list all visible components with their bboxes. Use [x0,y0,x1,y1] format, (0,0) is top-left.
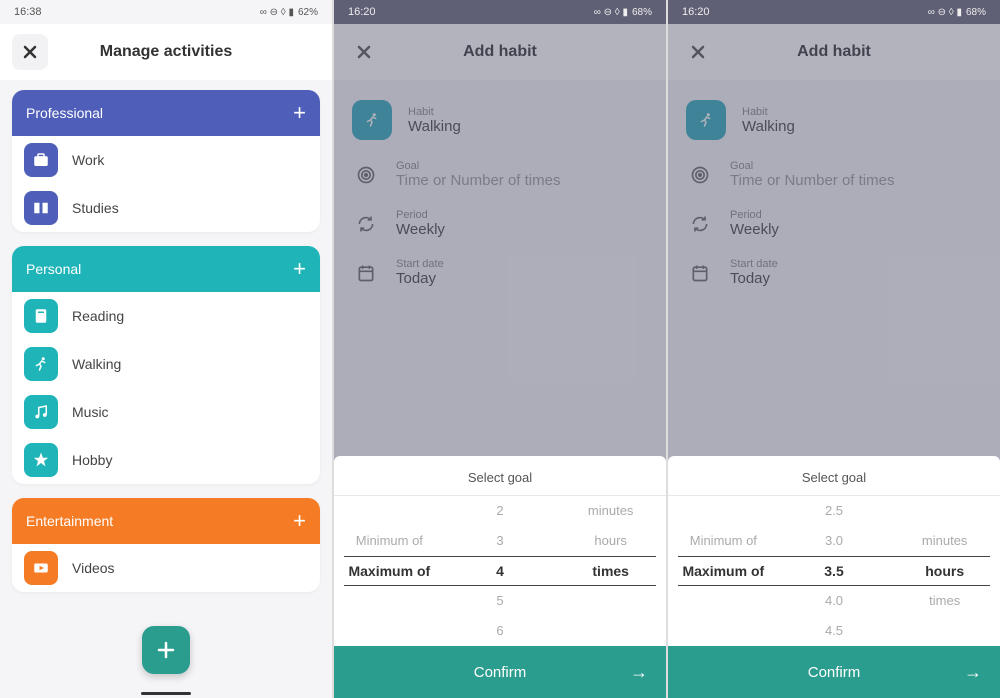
picker-item[interactable]: Maximum of [348,556,430,586]
fab-add-button[interactable] [142,626,190,674]
plus-icon[interactable]: + [293,100,306,126]
status-icons: ∞ ⊖ ◊ ▮ 68% [594,7,652,18]
sheet-title: Select goal [668,456,1000,495]
picker-item[interactable]: 3 [496,526,503,556]
screen-add-habit-hours: 16:20 ∞ ⊖ ◊ ▮ 68% Add habit HabitWalking… [668,0,1000,698]
picker-column[interactable]: Minimum ofMaximum of [334,496,445,646]
picker-column[interactable]: Minimum ofMaximum of [668,496,779,646]
category-label: Personal [26,261,81,277]
category-card: Entertainment + Videos [12,498,320,592]
picker-item[interactable]: 4 [496,556,504,586]
category-header[interactable]: Entertainment + [12,498,320,544]
plus-icon [156,640,176,660]
picker-item[interactable]: minutes [588,496,634,526]
app-header: Manage activities [0,24,332,80]
arrow-right-icon: → [630,662,648,683]
goal-picker-sheet: Select goalMinimum ofMaximum of23456minu… [334,456,666,698]
activity-item[interactable]: Work [12,136,320,184]
status-bar: 16:38 ∞ ⊖ ◊ ▮ 62% [0,0,332,24]
activity-item[interactable]: Walking [12,340,320,388]
screen-add-habit-times: 16:20 ∞ ⊖ ◊ ▮ 68% Add habit HabitWalking… [334,0,666,698]
status-time: 16:38 [14,6,42,18]
arrow-right-icon: → [964,662,982,683]
status-bar: 16:20 ∞ ⊖ ◊ ▮ 68% [668,0,1000,24]
picker-item[interactable]: hours [925,556,964,586]
picker-item[interactable]: Minimum of [690,526,757,556]
picker-item[interactable]: 3.0 [825,526,843,556]
picker-item[interactable]: Minimum of [356,526,423,556]
content: Professional + Work Studies Personal + Reading… [0,80,332,698]
picker[interactable]: Minimum ofMaximum of2.53.03.54.04.5minut… [668,496,1000,646]
activity-item[interactable]: Music [12,388,320,436]
sheet-title: Select goal [334,456,666,495]
picker-column[interactable]: minuteshourstimes [889,496,1000,646]
running-icon [24,347,58,381]
picker-item[interactable]: Maximum of [682,556,764,586]
activity-item[interactable]: Videos [12,544,320,592]
book-icon [24,299,58,333]
screen-manage-activities: 16:38 ∞ ⊖ ◊ ▮ 62% Manage activities Prof… [0,0,332,698]
briefcase-icon [24,143,58,177]
confirm-button[interactable]: Confirm → [334,646,666,698]
picker-column[interactable]: 23456 [445,496,556,646]
picker-item[interactable]: 4.5 [825,616,843,646]
page-title: Manage activities [12,43,320,61]
nav-handle [141,692,191,695]
music-icon [24,395,58,429]
picker-column[interactable]: 2.53.03.54.04.5 [779,496,890,646]
video-icon [24,551,58,585]
activity-item[interactable]: Reading [12,292,320,340]
confirm-label: Confirm [474,664,527,681]
activity-label: Walking [72,356,121,372]
picker-item[interactable]: times [592,556,629,586]
activity-item[interactable]: Hobby [12,436,320,484]
confirm-label: Confirm [808,664,861,681]
activity-item[interactable]: Studies [12,184,320,232]
plus-icon[interactable]: + [293,508,306,534]
picker-item[interactable]: 3.5 [824,556,843,586]
activity-label: Hobby [72,452,112,468]
picker-item[interactable]: 4.0 [825,586,843,616]
picker[interactable]: Minimum ofMaximum of23456minuteshourstim… [334,496,666,646]
picker-item[interactable]: 6 [496,616,503,646]
status-bar: 16:20 ∞ ⊖ ◊ ▮ 68% [334,0,666,24]
picker-item[interactable]: hours [594,526,627,556]
picker-item[interactable]: minutes [922,526,968,556]
category-card: Personal + Reading Walking Music Hobby [12,246,320,484]
picker-item[interactable]: times [929,586,960,616]
status-icons: ∞ ⊖ ◊ ▮ 62% [260,7,318,18]
star-icon [24,443,58,477]
activity-label: Work [72,152,104,168]
category-card: Professional + Work Studies [12,90,320,232]
activity-label: Reading [72,308,124,324]
picker-column[interactable]: minuteshourstimes [555,496,666,646]
category-label: Professional [26,105,103,121]
activity-label: Studies [72,200,119,216]
category-header[interactable]: Professional + [12,90,320,136]
status-time: 16:20 [348,6,376,18]
book-open-icon [24,191,58,225]
activity-label: Videos [72,560,115,576]
activity-label: Music [72,404,109,420]
confirm-button[interactable]: Confirm → [668,646,1000,698]
picker-item[interactable]: 2 [496,496,503,526]
picker-item[interactable]: 2.5 [825,496,843,526]
category-label: Entertainment [26,513,113,529]
status-time: 16:20 [682,6,710,18]
status-icons: ∞ ⊖ ◊ ▮ 68% [928,7,986,18]
goal-picker-sheet: Select goalMinimum ofMaximum of2.53.03.5… [668,456,1000,698]
plus-icon[interactable]: + [293,256,306,282]
picker-item[interactable]: 5 [496,586,503,616]
category-header[interactable]: Personal + [12,246,320,292]
